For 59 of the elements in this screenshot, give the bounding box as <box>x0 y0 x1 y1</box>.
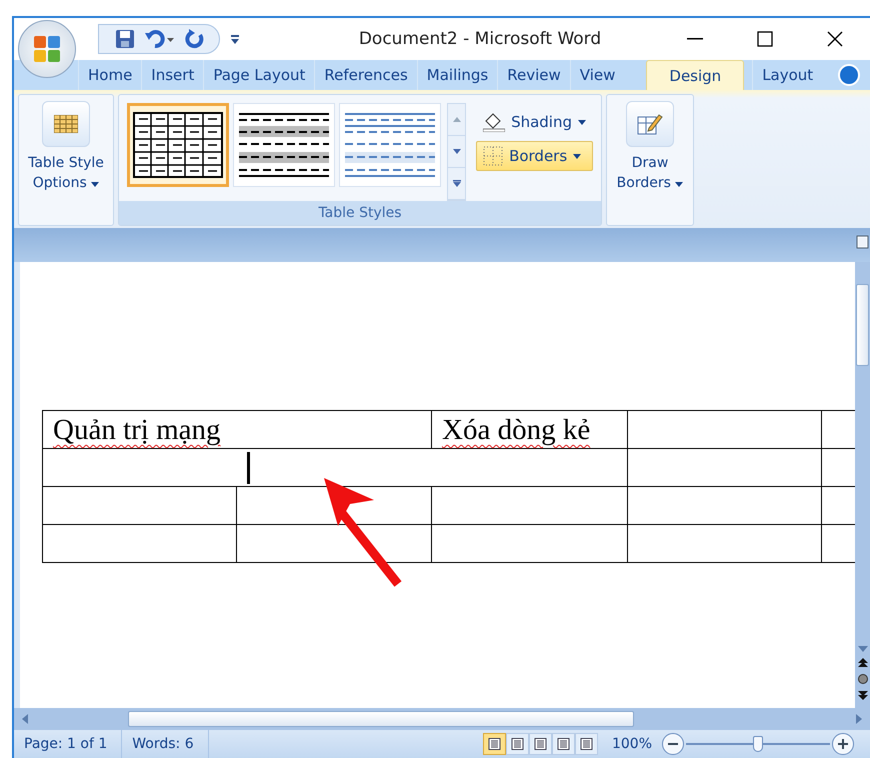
table-cell: Quản trị mạng <box>42 410 432 448</box>
light-table-icon <box>345 112 436 178</box>
group-label: Table Styles <box>119 201 601 225</box>
dropdown-arrow-icon <box>578 120 586 124</box>
zoom-level: 100% <box>610 736 653 752</box>
page-icon <box>488 738 501 750</box>
expand-icon <box>452 180 461 187</box>
previous-page-icon[interactable] <box>858 658 868 668</box>
save-icon[interactable] <box>115 29 135 49</box>
redo-icon[interactable] <box>185 29 205 49</box>
view-button[interactable] <box>482 733 506 755</box>
pencil-table-icon <box>637 112 663 136</box>
ribbon-tab[interactable]: Design <box>646 60 744 90</box>
view-button[interactable] <box>552 733 575 755</box>
paint-bucket-icon <box>483 112 506 132</box>
page-icon <box>556 738 570 750</box>
next-page-icon[interactable] <box>858 690 868 700</box>
zoom-in-button[interactable] <box>832 733 854 755</box>
scroll-down-button[interactable] <box>448 136 466 168</box>
down-arrow-icon <box>452 149 461 154</box>
window-title: Document2 - Microsoft Word <box>358 29 602 49</box>
page-icon <box>510 738 524 750</box>
minus-icon <box>668 743 678 745</box>
zoom-out-button[interactable] <box>662 733 684 755</box>
up-arrow-icon <box>452 117 461 122</box>
scrollbar-thumb[interactable] <box>128 711 634 727</box>
table-icon <box>54 115 78 133</box>
table-style-thumbnail[interactable] <box>233 103 336 187</box>
draw-borders-button[interactable]: Draw Borders <box>607 95 693 225</box>
page-count: Page: 1 of 1 <box>14 730 122 758</box>
maximize-icon <box>757 31 773 47</box>
minimize-icon <box>687 38 703 40</box>
table-grid-icon <box>133 112 224 178</box>
table-cell: Xóa dòng kẻ <box>432 410 628 448</box>
word-count: Words: 6 <box>122 730 209 758</box>
view-button[interactable] <box>528 733 552 755</box>
scrollbar-thumb[interactable] <box>856 284 869 366</box>
border-icon <box>483 146 504 166</box>
slider-thumb[interactable] <box>753 736 763 752</box>
close-icon <box>827 31 843 47</box>
view-button[interactable] <box>574 733 598 755</box>
plus-icon <box>838 739 848 749</box>
banded-table-icon <box>239 112 330 178</box>
view-button[interactable] <box>506 733 529 755</box>
dropdown-arrow-icon <box>91 182 100 187</box>
borders-button[interactable]: Borders <box>476 141 593 171</box>
page-icon <box>580 738 593 750</box>
table-style-options-button[interactable]: Table Style Options <box>19 95 113 225</box>
undo-icon[interactable] <box>145 29 175 49</box>
table-style-thumbnail[interactable] <box>127 103 230 187</box>
more-button[interactable] <box>448 168 466 200</box>
table-style-thumbnail[interactable] <box>339 103 442 187</box>
dropdown-arrow-icon <box>573 154 582 158</box>
text-cursor <box>247 452 250 484</box>
dropdown-arrow-icon <box>675 182 684 187</box>
shading-button[interactable]: Shading <box>476 107 593 137</box>
browse-object-icon[interactable] <box>858 674 868 684</box>
customize-menu-icon[interactable] <box>230 34 240 44</box>
page-icon <box>534 738 547 750</box>
